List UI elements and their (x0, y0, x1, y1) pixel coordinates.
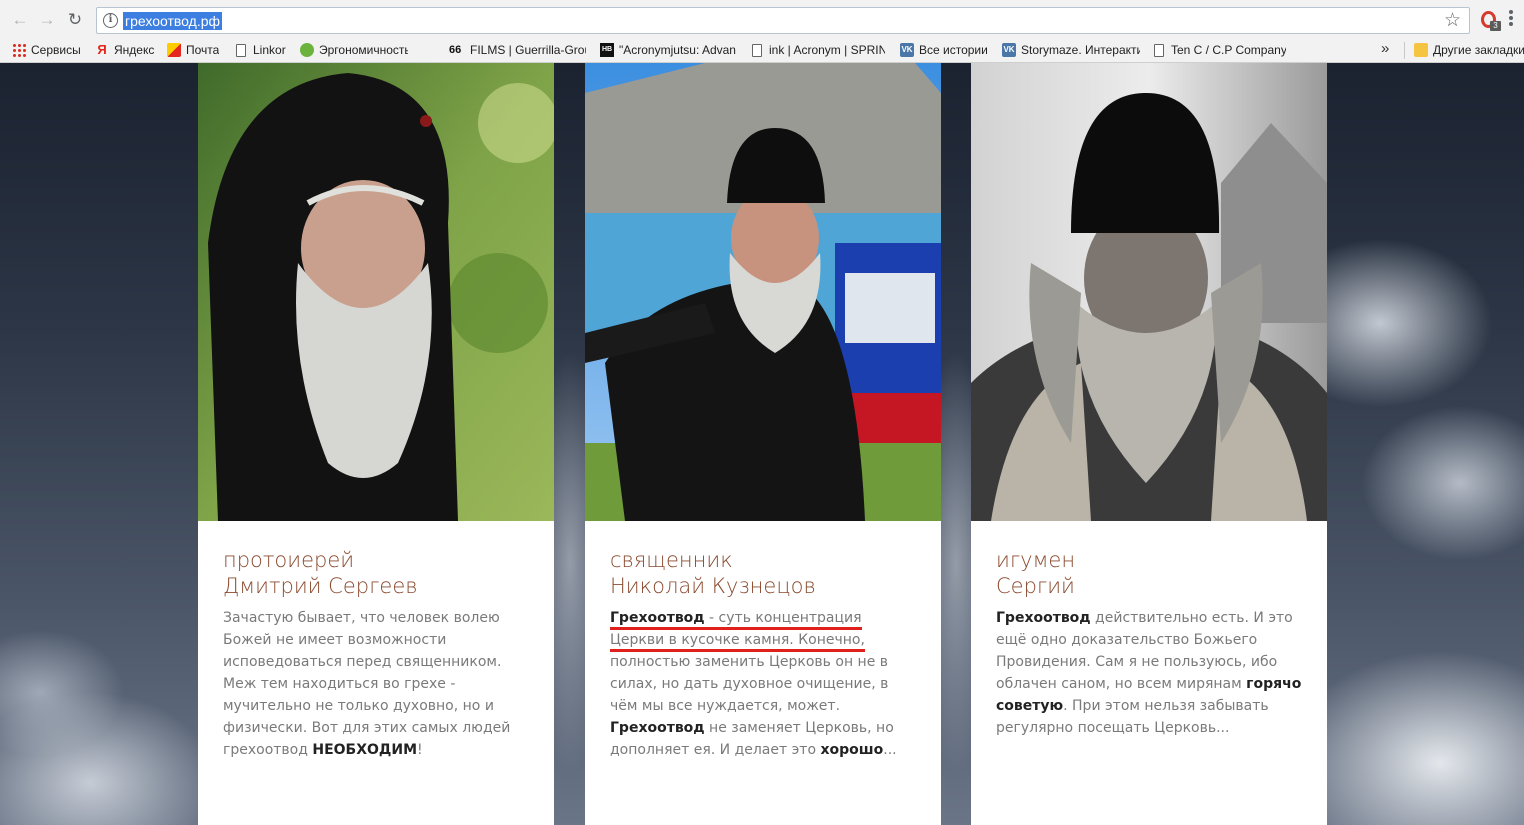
clergy-rank: игумен (996, 548, 1076, 572)
testimonial-text: Грехоотвод - суть концентрация Церкви в … (610, 607, 920, 761)
emphasis-text: НЕОБХОДИМ (312, 742, 418, 758)
card-title: протоиерей Дмитрий Сергеев (223, 547, 533, 599)
address-bar[interactable]: i грехоотвод.рф ☆ (96, 7, 1470, 34)
emphasis-text: Грехоотвод (996, 610, 1091, 626)
testimonial-card: игумен Сергий Грехоотвод действительно е… (971, 63, 1327, 825)
testimonial-text: Зачастую бывает, что человек волею Божей… (223, 607, 533, 761)
text-segment: полностью заменить Церковь он не в силах… (610, 654, 889, 714)
bookmark-star-icon[interactable]: ☆ (1444, 9, 1461, 33)
clergy-rank: священник (610, 548, 733, 572)
testimonial-card: священник Николай Кузнецов Грехоотвод - … (585, 63, 941, 825)
bookmark-ergonomics[interactable]: Эргономичность, ми (300, 41, 408, 59)
card-body: игумен Сергий Грехоотвод действительно е… (996, 547, 1306, 739)
text-segment: ... (883, 742, 897, 758)
vk-icon: VK (1002, 43, 1016, 57)
bookmark-acronymjutsu[interactable]: НВ "Acronymjutsu: Advan (600, 41, 738, 59)
clergy-name: Сергий (996, 574, 1075, 598)
mail-icon (167, 43, 181, 57)
bookmark-vk-stories[interactable]: VK Все истории (900, 41, 992, 59)
extension-icon[interactable]: 3 (1480, 11, 1501, 31)
clergy-name: Дмитрий Сергеев (223, 574, 418, 598)
bookmark-mail[interactable]: Почта (167, 41, 227, 59)
apps-grid-icon (12, 43, 26, 57)
card-body: священник Николай Кузнецов Грехоотвод - … (610, 547, 920, 761)
emphasis-text: Грехоотвод (610, 610, 705, 630)
url-text[interactable]: грехоотвод.рф (123, 12, 223, 30)
testimonial-text: Грехоотвод действительно есть. И это ещё… (996, 607, 1306, 739)
bookmark-ten-c[interactable]: Ten C / C.P Company (1152, 41, 1286, 59)
page-icon (752, 43, 762, 57)
ergo-icon (300, 43, 314, 57)
portrait-photo (198, 63, 554, 521)
info-icon[interactable]: i (103, 13, 118, 28)
clergy-name: Николай Кузнецов (610, 574, 816, 598)
bookmark-linkor[interactable]: Linkor (234, 41, 292, 59)
films-66-icon: 66 (449, 44, 462, 56)
page-viewport: протоиерей Дмитрий Сергеев Зачастую быва… (0, 63, 1524, 825)
nb-icon: НВ (600, 43, 614, 57)
bookmark-yandex[interactable]: Я Яндекс (95, 41, 159, 59)
yandex-icon: Я (97, 42, 107, 57)
reload-icon[interactable]: ↻ (64, 9, 86, 31)
page-icon (236, 43, 246, 57)
forward-arrow-icon[interactable]: → (36, 9, 58, 31)
extension-badge: 3 (1490, 21, 1501, 31)
card-title: игумен Сергий (996, 547, 1306, 599)
text-segment: Зачастую бывает, что человек волею Божей… (223, 610, 511, 758)
bookmarks-overflow-chevron-icon[interactable]: » (1381, 40, 1389, 57)
other-bookmarks-folder[interactable]: Другие закладки (1414, 41, 1524, 59)
bookmark-ink-acronym[interactable]: ink | Acronym | SPRIN (750, 41, 885, 59)
bookmark-services[interactable]: Сервисы (12, 41, 88, 59)
portrait-photo (971, 63, 1327, 521)
bookmarks-bar: Сервисы Я Яндекс Почта Linkor Эргономичн… (0, 39, 1524, 61)
browser-menu-icon[interactable] (1508, 10, 1514, 30)
bookmark-storymaze[interactable]: VK Storymaze. Интеракти (1002, 41, 1140, 59)
emphasis-text: хорошо (820, 742, 884, 758)
back-arrow-icon[interactable]: ← (9, 9, 31, 31)
folder-icon (1414, 43, 1428, 57)
card-title: священник Николай Кузнецов (610, 547, 920, 599)
emphasis-text: Грехоотвод (610, 720, 705, 736)
portrait-photo (585, 63, 941, 521)
browser-chrome: ← → ↻ i грехоотвод.рф ☆ 3 Сервисы Я Янде… (0, 0, 1524, 63)
card-body: протоиерей Дмитрий Сергеев Зачастую быва… (223, 547, 533, 761)
bookmarks-separator (1404, 42, 1405, 59)
bookmark-films[interactable]: 66 FILMS | Guerrilla-Grou (449, 41, 586, 59)
testimonial-card: протоиерей Дмитрий Сергеев Зачастую быва… (198, 63, 554, 825)
navigation-bar: ← → ↻ i грехоотвод.рф ☆ 3 (0, 0, 1524, 39)
text-segment: ! (417, 742, 423, 758)
page-icon (1154, 43, 1164, 57)
clergy-rank: протоиерей (223, 548, 355, 572)
vk-icon: VK (900, 43, 914, 57)
